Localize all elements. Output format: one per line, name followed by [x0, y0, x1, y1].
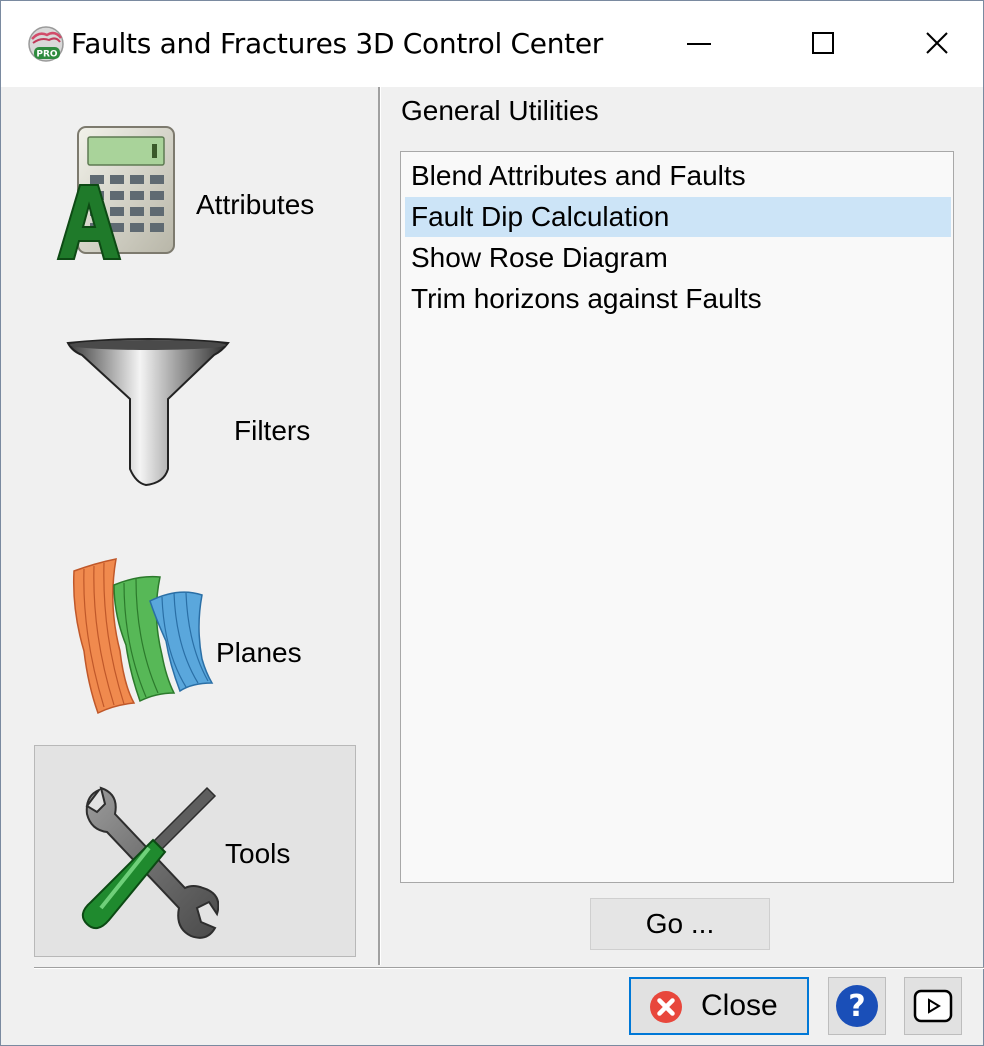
help-icon: ?	[836, 985, 878, 1027]
close-icon[interactable]	[907, 19, 967, 69]
sidebar-item-label: Attributes	[196, 189, 315, 220]
close-button[interactable]: Close	[629, 977, 809, 1035]
horizontal-divider	[34, 967, 984, 969]
sidebar-item-attributes[interactable]: Attributes	[34, 101, 356, 313]
pro-app-icon: PRO	[28, 26, 64, 62]
sidebar-item-label: Planes	[216, 637, 302, 668]
sidebar-item-label: Tools	[225, 838, 291, 869]
sidebar-item-tools[interactable]: Tools	[34, 745, 356, 957]
video-button[interactable]	[904, 977, 962, 1035]
svg-text:?: ?	[848, 989, 865, 1024]
maximize-icon[interactable]	[793, 19, 853, 69]
sidebar-item-filters[interactable]: Filters	[34, 323, 356, 535]
go-button[interactable]: Go ...	[590, 898, 770, 950]
list-item[interactable]: Blend Attributes and Faults	[405, 156, 951, 196]
list-item[interactable]: Trim horizons against Faults	[405, 279, 951, 319]
play-icon	[913, 989, 953, 1023]
sidebar-item-planes[interactable]: Planes	[34, 545, 356, 757]
section-title: General Utilities	[401, 95, 599, 126]
tools-icon	[81, 786, 219, 939]
title-bar[interactable]: PRO Faults and Fractures 3D Control Cent…	[1, 1, 983, 87]
help-button[interactable]: ?	[828, 977, 886, 1035]
utilities-listbox[interactable]: Blend Attributes and Faults Fault Dip Ca…	[400, 151, 954, 883]
app-window: PRO Faults and Fractures 3D Control Cent…	[0, 0, 984, 1046]
calculator-icon	[56, 126, 175, 260]
window-title: Faults and Fractures 3D Control Center	[71, 27, 603, 60]
funnel-icon	[66, 338, 230, 487]
close-button-label: Close	[701, 989, 778, 1022]
close-circle-icon	[650, 991, 682, 1023]
list-item[interactable]: Show Rose Diagram	[405, 238, 951, 278]
category-sidebar: Attributes Filters Planes Tools	[1, 87, 375, 967]
sidebar-item-label: Filters	[234, 415, 311, 446]
vertical-divider	[378, 87, 381, 965]
planes-icon	[72, 558, 214, 715]
svg-text:PRO: PRO	[36, 50, 58, 60]
minimize-icon[interactable]	[669, 19, 729, 69]
list-item[interactable]: Fault Dip Calculation	[405, 197, 951, 237]
